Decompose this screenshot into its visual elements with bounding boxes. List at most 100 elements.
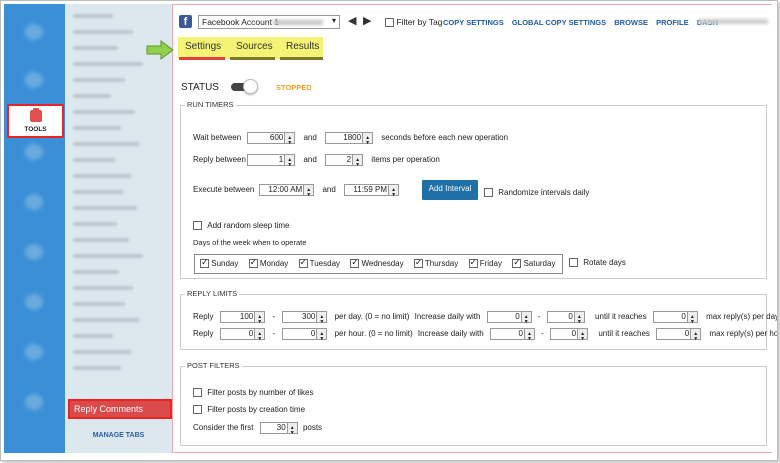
tab-settings[interactable]: Settings xyxy=(185,41,221,52)
blurred-item[interactable] xyxy=(73,206,137,210)
arrow-right-icon xyxy=(146,40,174,60)
blurred-item[interactable] xyxy=(73,318,139,322)
reply-from-stepper[interactable]: 1 ▲ ▼ xyxy=(247,154,296,168)
reply-to-value: 2 xyxy=(346,155,352,164)
post-filters-title: POST FILTERS xyxy=(185,361,242,370)
hour-inc-from-stepper[interactable]: 0 ▲ ▼ xyxy=(489,328,535,342)
reply-to-stepper[interactable]: 2 ▲ ▼ xyxy=(325,154,364,168)
tuesday-checkbox[interactable] xyxy=(298,257,308,269)
blurred-item[interactable] xyxy=(73,30,133,34)
blurred-item[interactable] xyxy=(73,222,117,226)
profile-link[interactable]: PROFILE xyxy=(656,18,689,27)
day-max-value: 0 xyxy=(681,312,686,321)
thursday-checkbox[interactable] xyxy=(413,257,423,269)
day-from-stepper[interactable]: 100 ▲ ▼ xyxy=(220,311,266,325)
days-row: Sunday Monday Tuesday Wednesday Thursday… xyxy=(200,257,563,269)
next-account-icon[interactable]: ▶ xyxy=(363,14,371,27)
blurred-item[interactable] xyxy=(73,110,135,114)
filter-creation-checkbox[interactable] xyxy=(193,405,202,415)
saturday-checkbox[interactable] xyxy=(512,257,522,269)
blurred-item[interactable] xyxy=(73,254,143,258)
tab-results[interactable]: Results xyxy=(286,41,319,52)
blurred-item[interactable] xyxy=(73,126,121,130)
manage-tabs-link[interactable]: MANAGE TABS xyxy=(65,432,172,439)
run-timers-section: RUN TIMERS Wait between 600 ▲ ▼ and 1800 ▲ ▼… xyxy=(180,100,767,279)
day-inc-from-stepper[interactable]: 0 ▲ ▼ xyxy=(486,311,532,325)
clipboard-icon xyxy=(30,108,42,122)
day-inc-to-value: 0 xyxy=(568,312,573,321)
hour-from-stepper[interactable]: 0 ▲ ▼ xyxy=(220,328,266,342)
sunday-checkbox[interactable] xyxy=(200,257,209,269)
day-from-value: 100 xyxy=(239,312,254,321)
filter-by-tag-checkbox[interactable] xyxy=(385,18,394,28)
day-tuesday[interactable]: Tuesday xyxy=(298,257,340,269)
rail-icon[interactable] xyxy=(25,144,43,160)
blurred-item[interactable] xyxy=(73,62,143,66)
randomize-checkbox[interactable] xyxy=(484,188,493,198)
friday-checkbox[interactable] xyxy=(468,257,478,269)
blurred-item[interactable] xyxy=(73,270,119,274)
hour-inc-to-stepper[interactable]: 0 ▲ ▼ xyxy=(550,328,589,342)
blurred-item[interactable] xyxy=(73,174,131,178)
filter-likes-label: Filter posts by number of likes xyxy=(207,388,314,397)
rail-icon[interactable] xyxy=(25,394,43,410)
day-monday[interactable]: Monday xyxy=(248,257,288,269)
rail-icon[interactable] xyxy=(25,344,43,360)
wait-to-stepper[interactable]: 1800 ▲ ▼ xyxy=(325,132,374,146)
blurred-item[interactable] xyxy=(73,334,113,338)
tab-sources[interactable]: Sources xyxy=(236,41,273,52)
blurred-item[interactable] xyxy=(73,286,133,290)
execute-to-stepper[interactable]: 11:59 PM ▲ ▼ xyxy=(344,184,400,198)
blurred-item[interactable] xyxy=(73,238,129,242)
day-thursday[interactable]: Thursday xyxy=(413,257,458,269)
days-label: Days of the week when to operate xyxy=(193,238,307,247)
account-name: Facebook Account 1 xyxy=(202,17,280,27)
tools-button[interactable]: TOOLS xyxy=(7,104,64,138)
consider-stepper[interactable]: 30 ▲ ▼ xyxy=(259,422,298,436)
blurred-item[interactable] xyxy=(73,78,125,82)
global-copy-settings-link[interactable]: GLOBAL COPY SETTINGS xyxy=(512,18,606,27)
wednesday-checkbox[interactable] xyxy=(350,257,360,269)
rail-icon[interactable] xyxy=(25,294,43,310)
blurred-item[interactable] xyxy=(73,302,125,306)
copy-settings-link[interactable]: COPY SETTINGS xyxy=(443,18,504,27)
rail-icon[interactable] xyxy=(25,244,43,260)
filter-by-tag[interactable]: Filter by Tag xyxy=(385,17,443,28)
execute-from-stepper[interactable]: 12:00 AM ▲ ▼ xyxy=(259,184,315,198)
blurred-item[interactable] xyxy=(73,350,131,354)
hour-to-stepper[interactable]: 0 ▲ ▼ xyxy=(282,328,328,342)
day-saturday[interactable]: Saturday xyxy=(512,257,555,269)
rail-icon[interactable] xyxy=(25,24,43,40)
status-toggle[interactable] xyxy=(231,79,261,94)
filter-likes-checkbox[interactable] xyxy=(193,388,202,398)
run-timers-title: RUN TIMERS xyxy=(185,100,236,109)
browse-link[interactable]: BROWSE xyxy=(614,18,648,27)
blurred-item[interactable] xyxy=(73,14,113,18)
blurred-item[interactable] xyxy=(73,46,118,50)
blurred-item[interactable] xyxy=(73,190,123,194)
day-until-label: until it reaches xyxy=(595,312,647,322)
day-wednesday[interactable]: Wednesday xyxy=(350,257,404,269)
day-max-stepper[interactable]: 0 ▲ ▼ xyxy=(652,311,698,325)
blurred-item[interactable] xyxy=(73,366,121,370)
left-rail: TOOLS xyxy=(4,4,65,453)
sidebar-item-reply-comments[interactable]: Reply Comments xyxy=(68,399,172,419)
sleep-checkbox[interactable] xyxy=(193,221,202,231)
prev-account-icon[interactable]: ◀ xyxy=(348,14,356,27)
rail-icon[interactable] xyxy=(25,72,43,88)
day-inc-to-stepper[interactable]: 0 ▲ ▼ xyxy=(546,311,585,325)
rail-icon[interactable] xyxy=(25,194,43,210)
add-interval-button[interactable]: Add Interval xyxy=(422,180,478,200)
wait-from-stepper[interactable]: 600 ▲ ▼ xyxy=(247,132,296,146)
blurred-item[interactable] xyxy=(73,142,139,146)
blurred-item[interactable] xyxy=(73,158,115,162)
hour-max-stepper[interactable]: 0 ▲ ▼ xyxy=(656,328,702,342)
day-to-stepper[interactable]: 300 ▲ ▼ xyxy=(282,311,328,325)
account-select[interactable]: Facebook Account 1 ▾ xyxy=(198,15,340,29)
day-friday[interactable]: Friday xyxy=(468,257,502,269)
day-sunday[interactable]: Sunday xyxy=(200,257,238,269)
blurred-item[interactable] xyxy=(73,94,111,98)
rotate-checkbox[interactable] xyxy=(569,258,578,268)
monday-checkbox[interactable] xyxy=(248,257,258,269)
execute-from-value: 12:00 AM xyxy=(268,185,303,194)
